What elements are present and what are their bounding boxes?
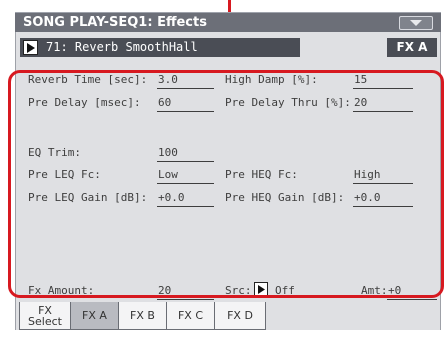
- effect-select-button[interactable]: [23, 40, 38, 55]
- page-menu-button[interactable]: [399, 16, 433, 30]
- pre-heq-fc-value[interactable]: High: [353, 168, 413, 184]
- pre-leq-gain-value[interactable]: +0.0: [157, 191, 214, 207]
- tab-fx-select[interactable]: FX Select: [19, 302, 71, 330]
- reverb-time-value[interactable]: 3.0: [157, 73, 214, 89]
- fx-amount-value[interactable]: 20: [157, 284, 214, 300]
- tab-fx-b[interactable]: FX B: [118, 302, 167, 330]
- tab-fx-select-label-line2: Select: [28, 315, 62, 328]
- page-title-bar: SONG PLAY-SEQ1: Effects: [15, 12, 441, 32]
- pre-delay-label: Pre Delay [msec]:: [28, 96, 141, 109]
- src-label: Src:: [225, 284, 252, 297]
- pre-heq-gain-label: Pre HEQ Gain [dB]:: [225, 191, 345, 204]
- chevron-down-icon: [410, 20, 422, 26]
- amt-label: Amt:: [361, 284, 388, 297]
- fx-block-label: FX A: [387, 38, 437, 57]
- high-damp-label: High Damp [%]:: [225, 73, 318, 86]
- high-damp-value[interactable]: 15: [353, 73, 413, 89]
- pre-delay-thru-value[interactable]: 20: [353, 96, 413, 112]
- tab-fx-c-label: FX C: [177, 309, 204, 322]
- tab-fx-c[interactable]: FX C: [166, 302, 215, 330]
- src-select-button[interactable]: [254, 282, 268, 296]
- src-value[interactable]: Off: [274, 284, 334, 299]
- pre-leq-gain-label: Pre LEQ Gain [dB]:: [28, 191, 148, 204]
- page-title: SONG PLAY-SEQ1: Effects: [23, 15, 207, 30]
- pre-delay-value[interactable]: 60: [157, 96, 214, 112]
- reverb-time-label: Reverb Time [sec]:: [28, 73, 148, 86]
- pre-delay-thru-label: Pre Delay Thru [%]:: [225, 96, 351, 109]
- pre-leq-fc-value[interactable]: Low: [157, 168, 214, 184]
- eq-trim-value[interactable]: 100: [157, 146, 214, 162]
- tab-fx-a[interactable]: FX A: [70, 302, 119, 330]
- tab-fx-select-label-line1: FX: [38, 304, 52, 317]
- play-triangle-icon: [27, 43, 35, 53]
- tab-fx-a-label: FX A: [82, 309, 107, 322]
- tab-fx-d-label: FX D: [227, 309, 253, 322]
- tab-fx-b-label: FX B: [130, 309, 155, 322]
- pre-heq-gain-value[interactable]: +0.0: [353, 191, 413, 207]
- effect-name: 71: Reverb SmoothHall: [46, 40, 198, 54]
- eq-trim-label: EQ Trim:: [28, 146, 81, 159]
- pre-heq-fc-label: Pre HEQ Fc:: [225, 168, 298, 181]
- fx-amount-label: Fx Amount:: [28, 284, 95, 297]
- amt-value[interactable]: +0: [387, 284, 437, 300]
- tab-fx-d[interactable]: FX D: [214, 302, 266, 330]
- pre-leq-fc-label: Pre LEQ Fc:: [28, 168, 101, 181]
- effect-selector[interactable]: 71: Reverb SmoothHall: [20, 38, 300, 57]
- play-triangle-icon: [258, 285, 265, 294]
